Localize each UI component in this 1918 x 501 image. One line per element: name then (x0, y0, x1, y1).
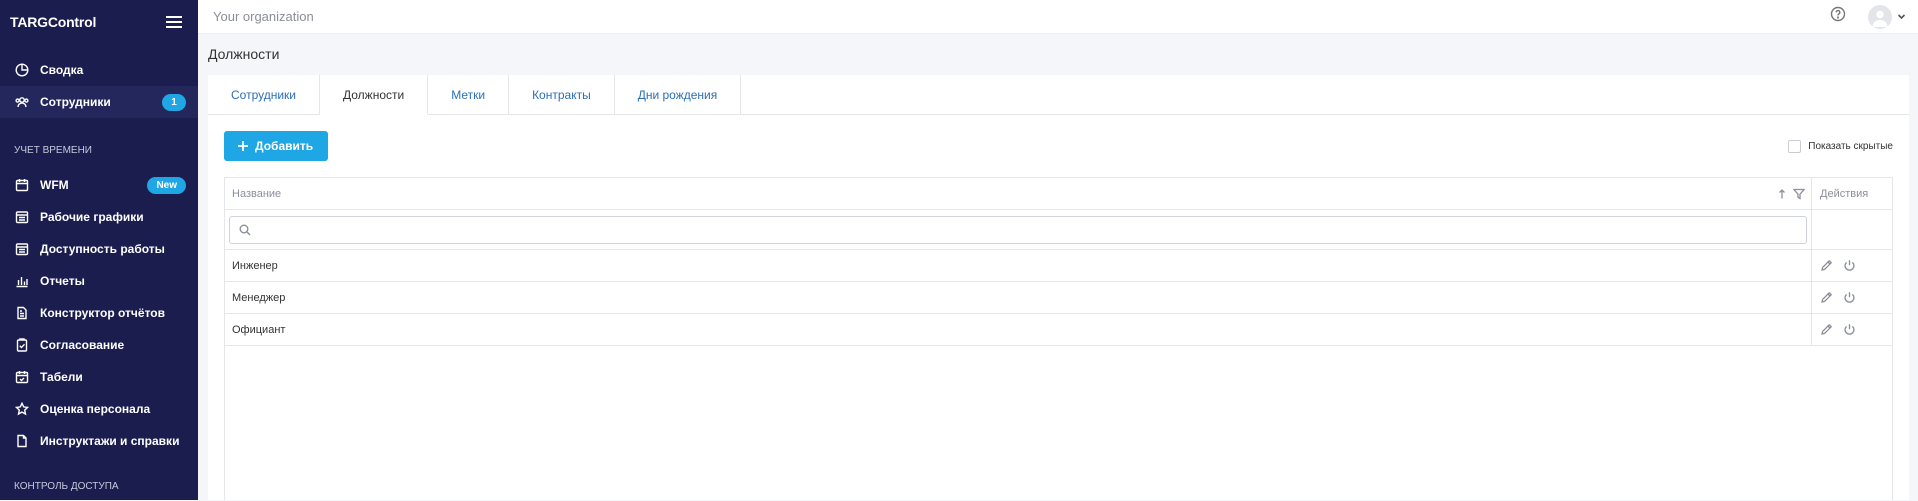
tab-tags[interactable]: Метки (428, 75, 510, 114)
topbar: Your organization (198, 0, 1918, 34)
tab-birthdays[interactable]: Дни рождения (615, 75, 742, 114)
sidebar-item-label: WFM (40, 178, 69, 192)
topbar-actions (1830, 4, 1906, 29)
edit-icon[interactable] (1820, 323, 1833, 336)
calendar-icon (14, 178, 29, 193)
column-header-name-label: Название (232, 187, 282, 200)
sidebar: TARGControl Сводка Сотрудники 1 УЧЕТ ВРЕ… (0, 0, 198, 500)
show-hidden-label: Показать скрытые (1808, 140, 1893, 152)
edit-icon[interactable] (1820, 259, 1833, 272)
search-input[interactable] (229, 215, 1807, 244)
tab-contracts[interactable]: Контракты (509, 75, 615, 114)
sidebar-item-label: Сводка (40, 63, 84, 77)
sidebar-item-label: Оценка персонала (40, 402, 151, 416)
avatar (1868, 4, 1892, 29)
sidebar-item-report-builder[interactable]: Конструктор отчётов (0, 297, 198, 329)
employees-count-badge: 1 (162, 93, 186, 111)
filter-actions-cell (1812, 210, 1892, 249)
row-actions (1812, 314, 1892, 345)
chevron-down-icon (1897, 8, 1906, 26)
sidebar-item-timesheets[interactable]: Табели (0, 361, 198, 393)
availability-icon (14, 242, 29, 257)
edit-icon[interactable] (1820, 291, 1833, 304)
column-header-name[interactable]: Название (225, 178, 1812, 209)
add-button[interactable]: Добавить (224, 131, 329, 161)
sidebar-item-label: Сотрудники (40, 95, 111, 109)
document-icon (14, 434, 29, 449)
brand-bar: TARGControl (0, 0, 198, 44)
power-icon[interactable] (1843, 259, 1856, 272)
timesheet-icon (14, 370, 29, 385)
page-title: Должности (208, 46, 280, 62)
sidebar-item-employees[interactable]: Сотрудники 1 (0, 86, 198, 118)
bar-chart-icon (14, 274, 29, 289)
filter-icon[interactable] (1793, 188, 1805, 200)
tab-bar: Сотрудники Должности Метки Контракты Дни… (208, 75, 1909, 115)
sidebar-item-wfm[interactable]: WFM New (0, 169, 198, 201)
sidebar-item-label: Согласование (40, 338, 125, 352)
new-badge: New (147, 176, 186, 194)
row-actions (1812, 282, 1892, 313)
menu-toggle-icon[interactable] (166, 16, 182, 28)
tab-positions[interactable]: Должности (320, 75, 429, 115)
sidebar-item-approval[interactable]: Согласование (0, 329, 198, 361)
schedule-icon (14, 210, 29, 225)
show-hidden-toggle[interactable]: Показать скрытые (1788, 139, 1893, 153)
table-row[interactable]: Официант (225, 314, 1892, 346)
sort-arrow-up-icon[interactable] (1778, 188, 1790, 200)
sidebar-item-reports[interactable]: Отчеты (0, 265, 198, 297)
filter-cell (225, 210, 1812, 249)
add-button-label: Добавить (255, 139, 314, 153)
tab-employees[interactable]: Сотрудники (208, 75, 320, 114)
user-menu[interactable] (1868, 4, 1906, 29)
row-name: Официант (225, 314, 1812, 345)
clipboard-check-icon (14, 338, 29, 353)
power-icon[interactable] (1843, 323, 1856, 336)
sidebar-item-label: Доступность работы (40, 242, 165, 256)
sidebar-item-briefings[interactable]: Инструктажи и справки (0, 425, 198, 457)
column-header-controls (1778, 188, 1805, 200)
pie-chart-icon (14, 63, 29, 78)
section-title-access: КОНТРОЛЬ ДОСТУПА (14, 480, 119, 492)
section-title-time: УЧЕТ ВРЕМЕНИ (14, 144, 92, 156)
plus-icon (238, 141, 248, 151)
sidebar-item-work-schedules[interactable]: Рабочие графики (0, 201, 198, 233)
row-name: Менеджер (225, 282, 1812, 313)
row-name: Инженер (225, 250, 1812, 281)
organization-selector[interactable]: Your organization (213, 9, 314, 24)
star-icon (14, 402, 29, 417)
sidebar-item-label: Инструктажи и справки (40, 434, 180, 448)
positions-table: Название Действия Инженер Менеджер Офици… (224, 177, 1893, 500)
sidebar-item-label: Отчеты (40, 274, 85, 288)
table-header: Название Действия (225, 178, 1892, 210)
sidebar-item-staff-evaluation[interactable]: Оценка персонала (0, 393, 198, 425)
sidebar-item-label: Рабочие графики (40, 210, 144, 224)
app-logo: TARGControl (10, 14, 97, 30)
sidebar-item-label: Табели (40, 370, 83, 384)
search-icon (239, 224, 251, 235)
sidebar-item-summary[interactable]: Сводка (0, 54, 198, 86)
row-actions (1812, 250, 1892, 281)
power-icon[interactable] (1843, 291, 1856, 304)
table-row[interactable]: Менеджер (225, 282, 1892, 314)
table-row[interactable]: Инженер (225, 250, 1892, 282)
sidebar-item-availability[interactable]: Доступность работы (0, 233, 198, 265)
sidebar-item-label: Конструктор отчётов (40, 306, 165, 320)
filter-row (225, 210, 1892, 250)
users-icon (14, 95, 29, 110)
help-icon[interactable] (1830, 6, 1846, 27)
content-panel: Сотрудники Должности Метки Контракты Дни… (208, 75, 1909, 500)
column-header-actions: Действия (1820, 187, 1869, 200)
show-hidden-checkbox[interactable] (1788, 139, 1802, 153)
report-builder-icon (14, 306, 29, 321)
toolbar: Добавить Показать скрытые (224, 131, 1893, 161)
